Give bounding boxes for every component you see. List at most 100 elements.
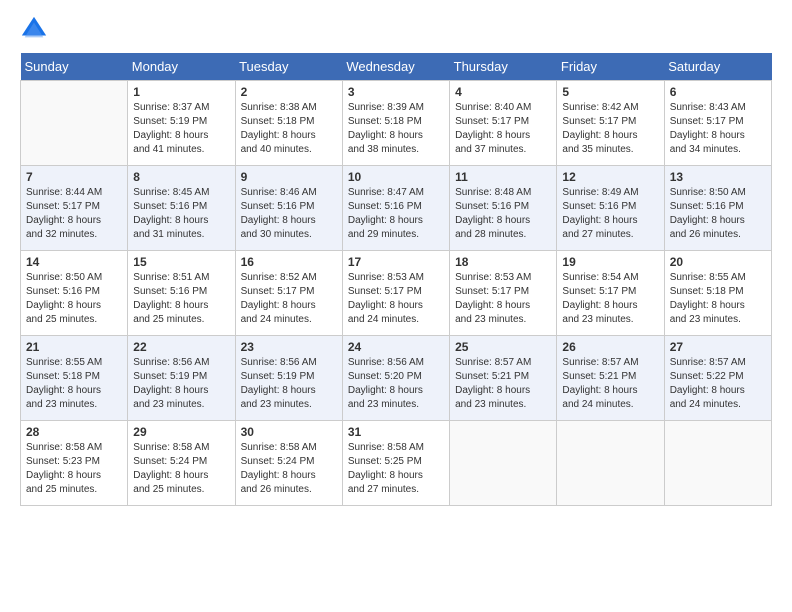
day-info: Sunrise: 8:53 AM Sunset: 5:17 PM Dayligh… bbox=[455, 271, 551, 327]
calendar-cell: 31 Sunrise: 8:58 AM Sunset: 5:25 PM Dayli… bbox=[342, 421, 449, 506]
calendar-cell: 19 Sunrise: 8:54 AM Sunset: 5:17 PM Dayli… bbox=[557, 251, 664, 336]
day-number: 30 bbox=[241, 425, 337, 439]
day-number: 9 bbox=[241, 170, 337, 184]
calendar-cell: 22Sunrise: 8:56 AM Sunset: 5:19 PM Dayli… bbox=[128, 336, 235, 421]
day-info: Sunrise: 8:48 AM Sunset: 5:16 PM Dayligh… bbox=[455, 186, 551, 242]
day-info: Sunrise: 8:50 AM Sunset: 5:16 PM Dayligh… bbox=[670, 186, 766, 242]
day-info: Sunrise: 8:58 AM Sunset: 5:24 PM Dayligh… bbox=[133, 441, 229, 497]
day-info: Sunrise: 8:57 AM Sunset: 5:22 PM Dayligh… bbox=[670, 356, 766, 412]
calendar-cell: 12 Sunrise: 8:49 AM Sunset: 5:16 PM Dayli… bbox=[557, 166, 664, 251]
header-row: SundayMondayTuesdayWednesdayThursdayFrid… bbox=[21, 53, 772, 81]
day-info: Sunrise: 8:49 AM Sunset: 5:16 PM Dayligh… bbox=[562, 186, 658, 242]
day-info: Sunrise: 8:42 AM Sunset: 5:17 PM Dayligh… bbox=[562, 101, 658, 157]
calendar-cell: 26 Sunrise: 8:57 AM Sunset: 5:21 PM Dayli… bbox=[557, 336, 664, 421]
calendar-cell: 17Sunrise: 8:53 AM Sunset: 5:17 PM Dayli… bbox=[342, 251, 449, 336]
day-number: 31 bbox=[348, 425, 444, 439]
calendar-cell: 18 Sunrise: 8:53 AM Sunset: 5:17 PM Dayli… bbox=[450, 251, 557, 336]
calendar-cell bbox=[21, 81, 128, 166]
day-info: Sunrise: 8:51 AM Sunset: 5:16 PM Dayligh… bbox=[133, 271, 229, 327]
day-number: 26 bbox=[562, 340, 658, 354]
calendar-cell: 2Sunrise: 8:38 AM Sunset: 5:18 PM Daylig… bbox=[235, 81, 342, 166]
day-number: 18 bbox=[455, 255, 551, 269]
day-info: Sunrise: 8:43 AM Sunset: 5:17 PM Dayligh… bbox=[670, 101, 766, 157]
day-number: 3 bbox=[348, 85, 444, 99]
day-number: 11 bbox=[455, 170, 551, 184]
day-info: Sunrise: 8:45 AM Sunset: 5:16 PM Dayligh… bbox=[133, 186, 229, 242]
col-header-sunday: Sunday bbox=[21, 53, 128, 81]
logo bbox=[20, 15, 52, 43]
day-info: Sunrise: 8:46 AM Sunset: 5:16 PM Dayligh… bbox=[241, 186, 337, 242]
calendar-cell: 13 Sunrise: 8:50 AM Sunset: 5:16 PM Dayli… bbox=[664, 166, 771, 251]
calendar-cell: 16 Sunrise: 8:52 AM Sunset: 5:17 PM Dayli… bbox=[235, 251, 342, 336]
day-number: 24 bbox=[348, 340, 444, 354]
col-header-thursday: Thursday bbox=[450, 53, 557, 81]
day-info: Sunrise: 8:39 AM Sunset: 5:18 PM Dayligh… bbox=[348, 101, 444, 157]
day-info: Sunrise: 8:40 AM Sunset: 5:17 PM Dayligh… bbox=[455, 101, 551, 157]
day-info: Sunrise: 8:57 AM Sunset: 5:21 PM Dayligh… bbox=[562, 356, 658, 412]
calendar-cell: 21 Sunrise: 8:55 AM Sunset: 5:18 PM Dayli… bbox=[21, 336, 128, 421]
day-number: 8 bbox=[133, 170, 229, 184]
week-row-2: 7Sunrise: 8:44 AM Sunset: 5:17 PM Daylig… bbox=[21, 166, 772, 251]
page: SundayMondayTuesdayWednesdayThursdayFrid… bbox=[0, 0, 792, 612]
calendar-cell: 29 Sunrise: 8:58 AM Sunset: 5:24 PM Dayli… bbox=[128, 421, 235, 506]
calendar-cell: 24 Sunrise: 8:56 AM Sunset: 5:20 PM Dayli… bbox=[342, 336, 449, 421]
day-info: Sunrise: 8:56 AM Sunset: 5:20 PM Dayligh… bbox=[348, 356, 444, 412]
day-number: 6 bbox=[670, 85, 766, 99]
header bbox=[20, 15, 772, 43]
day-number: 16 bbox=[241, 255, 337, 269]
day-number: 15 bbox=[133, 255, 229, 269]
calendar-cell: 3 Sunrise: 8:39 AM Sunset: 5:18 PM Daylig… bbox=[342, 81, 449, 166]
calendar-cell bbox=[664, 421, 771, 506]
day-number: 4 bbox=[455, 85, 551, 99]
calendar-cell: 7Sunrise: 8:44 AM Sunset: 5:17 PM Daylig… bbox=[21, 166, 128, 251]
calendar-cell: 11 Sunrise: 8:48 AM Sunset: 5:16 PM Dayli… bbox=[450, 166, 557, 251]
day-number: 21 bbox=[26, 340, 122, 354]
day-number: 28 bbox=[26, 425, 122, 439]
day-info: Sunrise: 8:56 AM Sunset: 5:19 PM Dayligh… bbox=[241, 356, 337, 412]
col-header-tuesday: Tuesday bbox=[235, 53, 342, 81]
calendar-cell: 27Sunrise: 8:57 AM Sunset: 5:22 PM Dayli… bbox=[664, 336, 771, 421]
day-number: 25 bbox=[455, 340, 551, 354]
day-info: Sunrise: 8:58 AM Sunset: 5:23 PM Dayligh… bbox=[26, 441, 122, 497]
week-row-5: 28 Sunrise: 8:58 AM Sunset: 5:23 PM Dayli… bbox=[21, 421, 772, 506]
calendar-cell: 4 Sunrise: 8:40 AM Sunset: 5:17 PM Daylig… bbox=[450, 81, 557, 166]
calendar-cell: 20Sunrise: 8:55 AM Sunset: 5:18 PM Dayli… bbox=[664, 251, 771, 336]
calendar-cell: 25 Sunrise: 8:57 AM Sunset: 5:21 PM Dayli… bbox=[450, 336, 557, 421]
day-number: 5 bbox=[562, 85, 658, 99]
week-row-3: 14Sunrise: 8:50 AM Sunset: 5:16 PM Dayli… bbox=[21, 251, 772, 336]
day-info: Sunrise: 8:50 AM Sunset: 5:16 PM Dayligh… bbox=[26, 271, 122, 327]
day-number: 23 bbox=[241, 340, 337, 354]
calendar-cell: 6 Sunrise: 8:43 AM Sunset: 5:17 PM Daylig… bbox=[664, 81, 771, 166]
day-info: Sunrise: 8:38 AM Sunset: 5:18 PM Dayligh… bbox=[241, 101, 337, 157]
day-number: 10 bbox=[348, 170, 444, 184]
day-number: 17 bbox=[348, 255, 444, 269]
calendar-cell: 5 Sunrise: 8:42 AM Sunset: 5:17 PM Daylig… bbox=[557, 81, 664, 166]
day-info: Sunrise: 8:37 AM Sunset: 5:19 PM Dayligh… bbox=[133, 101, 229, 157]
day-info: Sunrise: 8:57 AM Sunset: 5:21 PM Dayligh… bbox=[455, 356, 551, 412]
day-info: Sunrise: 8:54 AM Sunset: 5:17 PM Dayligh… bbox=[562, 271, 658, 327]
calendar-table: SundayMondayTuesdayWednesdayThursdayFrid… bbox=[20, 53, 772, 506]
calendar-cell: 1Sunrise: 8:37 AM Sunset: 5:19 PM Daylig… bbox=[128, 81, 235, 166]
day-info: Sunrise: 8:52 AM Sunset: 5:17 PM Dayligh… bbox=[241, 271, 337, 327]
day-info: Sunrise: 8:58 AM Sunset: 5:25 PM Dayligh… bbox=[348, 441, 444, 497]
day-info: Sunrise: 8:58 AM Sunset: 5:24 PM Dayligh… bbox=[241, 441, 337, 497]
calendar-cell: 10Sunrise: 8:47 AM Sunset: 5:16 PM Dayli… bbox=[342, 166, 449, 251]
day-number: 29 bbox=[133, 425, 229, 439]
calendar-cell: 9 Sunrise: 8:46 AM Sunset: 5:16 PM Daylig… bbox=[235, 166, 342, 251]
day-number: 12 bbox=[562, 170, 658, 184]
calendar-cell: 23 Sunrise: 8:56 AM Sunset: 5:19 PM Dayli… bbox=[235, 336, 342, 421]
day-number: 19 bbox=[562, 255, 658, 269]
day-number: 13 bbox=[670, 170, 766, 184]
day-number: 22 bbox=[133, 340, 229, 354]
calendar-cell: 14Sunrise: 8:50 AM Sunset: 5:16 PM Dayli… bbox=[21, 251, 128, 336]
calendar-cell bbox=[557, 421, 664, 506]
day-info: Sunrise: 8:44 AM Sunset: 5:17 PM Dayligh… bbox=[26, 186, 122, 242]
day-number: 20 bbox=[670, 255, 766, 269]
day-info: Sunrise: 8:55 AM Sunset: 5:18 PM Dayligh… bbox=[26, 356, 122, 412]
calendar-cell: 15 Sunrise: 8:51 AM Sunset: 5:16 PM Dayli… bbox=[128, 251, 235, 336]
week-row-1: 1Sunrise: 8:37 AM Sunset: 5:19 PM Daylig… bbox=[21, 81, 772, 166]
calendar-cell bbox=[450, 421, 557, 506]
calendar-cell: 28 Sunrise: 8:58 AM Sunset: 5:23 PM Dayli… bbox=[21, 421, 128, 506]
logo-icon bbox=[20, 15, 48, 43]
calendar-cell: 30 Sunrise: 8:58 AM Sunset: 5:24 PM Dayli… bbox=[235, 421, 342, 506]
